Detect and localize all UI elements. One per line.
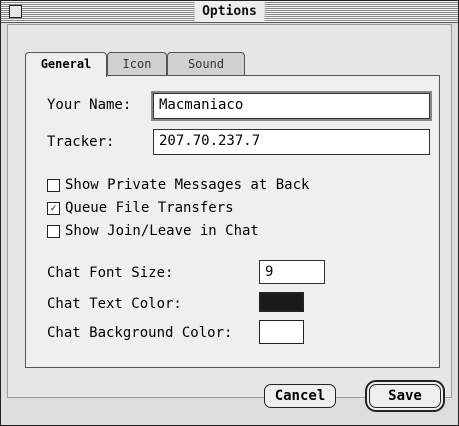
checkbox-label: Queue File Transfers bbox=[65, 200, 234, 216]
tracker-field[interactable]: 207.70.237.7 bbox=[153, 129, 430, 155]
name-label: Your Name: bbox=[47, 97, 132, 113]
checkmark-icon[interactable]: ✓ bbox=[47, 202, 60, 215]
checkbox-label: Show Join/Leave in Chat bbox=[65, 223, 259, 239]
checkbox-label: Show Private Messages at Back bbox=[65, 177, 310, 193]
tab-icon[interactable]: Icon bbox=[107, 52, 167, 75]
bg-color-label: Chat Background Color: bbox=[47, 325, 233, 341]
tracker-label: Tracker: bbox=[47, 134, 115, 150]
title-bar[interactable]: Options bbox=[1, 1, 458, 23]
checkbox-box[interactable] bbox=[47, 225, 60, 238]
tab-general[interactable]: General bbox=[25, 52, 107, 77]
text-color-label: Chat Text Color: bbox=[47, 296, 182, 312]
window-title: Options bbox=[194, 2, 265, 21]
tab-sound[interactable]: Sound bbox=[167, 52, 245, 75]
text-color-swatch[interactable] bbox=[259, 292, 304, 312]
checkbox-box[interactable] bbox=[47, 179, 60, 192]
general-panel: Your Name: Macmaniaco Tracker: 207.70.23… bbox=[25, 75, 440, 368]
save-button[interactable]: Save bbox=[369, 384, 441, 408]
font-size-field[interactable]: 9 bbox=[259, 260, 325, 284]
name-field[interactable]: Macmaniaco bbox=[153, 93, 430, 119]
bg-color-swatch[interactable] bbox=[259, 320, 304, 344]
close-box[interactable] bbox=[9, 5, 22, 18]
font-size-label: Chat Font Size: bbox=[47, 265, 174, 281]
cancel-button[interactable]: Cancel bbox=[264, 384, 336, 408]
